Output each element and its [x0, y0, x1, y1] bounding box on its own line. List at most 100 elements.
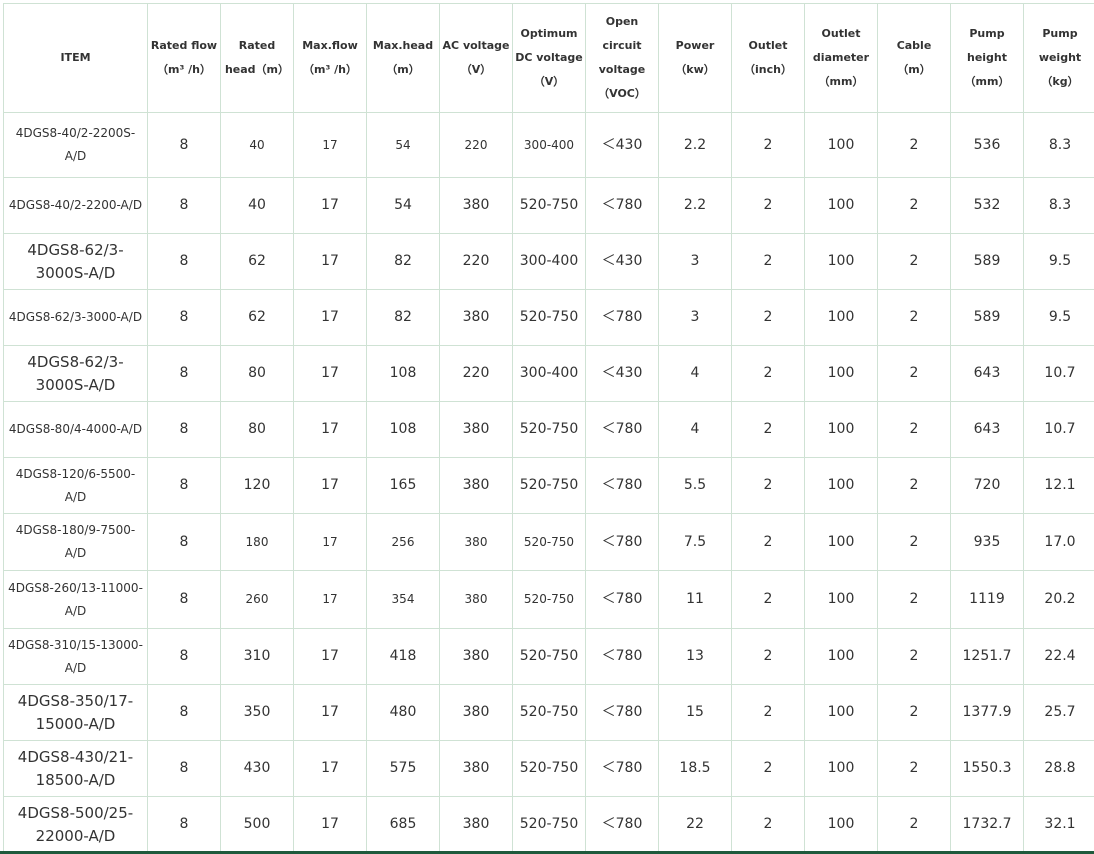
value-cell: 500: [220, 796, 294, 853]
value-cell: ＜780: [585, 684, 659, 741]
value-cell: 62: [220, 289, 294, 346]
column-header: Max.head （m）: [366, 3, 440, 113]
table-header-row: ITEM Rated flow （m³ /h） Rated head（m） Max.f…: [3, 3, 1094, 113]
value-cell: 2: [877, 345, 951, 402]
item-cell: 4DGS8-180/9-7500-A/D: [3, 513, 148, 571]
value-cell: 2: [731, 740, 805, 797]
value-cell: 17: [293, 289, 367, 346]
value-cell: 3: [658, 233, 732, 290]
value-cell: 17: [293, 684, 367, 741]
value-cell: 575: [366, 740, 440, 797]
value-cell: 25.7: [1023, 684, 1094, 741]
value-cell: 100: [804, 177, 878, 234]
value-cell: 80: [220, 345, 294, 402]
value-cell: 17: [293, 401, 367, 458]
value-cell: 100: [804, 570, 878, 629]
value-cell: 17: [293, 796, 367, 853]
value-cell: 256: [366, 513, 440, 571]
value-cell: 1119: [950, 570, 1024, 629]
value-cell: 40: [220, 177, 294, 234]
value-cell: 17: [293, 345, 367, 402]
value-cell: 100: [804, 684, 878, 741]
value-cell: 7.5: [658, 513, 732, 571]
value-cell: 180: [220, 513, 294, 571]
value-cell: 100: [804, 345, 878, 402]
table-row: 4DGS8-40/2-2200S-A/D 8 40 17 54 220 300-400 ＜43…: [3, 112, 1094, 178]
value-cell: 380: [439, 513, 513, 571]
value-cell: 2: [877, 796, 951, 853]
value-cell: 2: [877, 112, 951, 178]
value-cell: 2: [877, 457, 951, 514]
value-cell: ＜430: [585, 345, 659, 402]
column-header: Optimum DC voltage （V）: [512, 3, 586, 113]
value-cell: 300-400: [512, 233, 586, 290]
value-cell: 17: [293, 457, 367, 514]
value-cell: 10.7: [1023, 345, 1094, 402]
value-cell: 8.3: [1023, 177, 1094, 234]
value-cell: 82: [366, 289, 440, 346]
value-cell: 260: [220, 570, 294, 629]
table-row: 4DGS8-430/21-18500-A/D 8 430 17 575 380 520-75…: [3, 740, 1094, 797]
value-cell: 9.5: [1023, 233, 1094, 290]
value-cell: 1251.7: [950, 628, 1024, 685]
item-cell: 4DGS8-500/25-22000-A/D: [3, 796, 148, 853]
value-cell: 2: [731, 289, 805, 346]
column-header: AC voltage （V）: [439, 3, 513, 113]
value-cell: 11: [658, 570, 732, 629]
value-cell: 4: [658, 401, 732, 458]
column-header: Outlet diameter （mm）: [804, 3, 878, 113]
table-row: 4DGS8-62/3-3000-A/D 8 62 17 82 380 520-750 ＜780…: [3, 289, 1094, 346]
value-cell: 2: [877, 684, 951, 741]
value-cell: 2: [731, 345, 805, 402]
item-cell: 4DGS8-350/17-15000-A/D: [3, 684, 148, 741]
table-row: 4DGS8-500/25-22000-A/D 8 500 17 685 380 520-75…: [3, 796, 1094, 853]
value-cell: 62: [220, 233, 294, 290]
value-cell: 17: [293, 233, 367, 290]
column-header: Rated flow （m³ /h）: [147, 3, 221, 113]
value-cell: 720: [950, 457, 1024, 514]
value-cell: 32.1: [1023, 796, 1094, 853]
table-row: 4DGS8-40/2-2200-A/D 8 40 17 54 380 520-750 ＜780…: [3, 177, 1094, 234]
value-cell: 532: [950, 177, 1024, 234]
value-cell: 300-400: [512, 112, 586, 178]
value-cell: 100: [804, 233, 878, 290]
column-header: Cable （m）: [877, 3, 951, 113]
table-row: 4DGS8-350/17-15000-A/D 8 350 17 480 380 520-75…: [3, 684, 1094, 741]
value-cell: 2: [731, 401, 805, 458]
value-cell: 8: [147, 796, 221, 853]
value-cell: 100: [804, 628, 878, 685]
value-cell: 380: [439, 740, 513, 797]
value-cell: ＜780: [585, 177, 659, 234]
item-cell: 4DGS8-62/3-3000-A/D: [3, 289, 148, 346]
value-cell: 2: [877, 233, 951, 290]
value-cell: 2: [731, 112, 805, 178]
value-cell: 108: [366, 401, 440, 458]
value-cell: 380: [439, 628, 513, 685]
value-cell: 40: [220, 112, 294, 178]
value-cell: 2: [877, 740, 951, 797]
value-cell: 220: [439, 112, 513, 178]
table-row: 4DGS8-260/13-11000-A/D 8 260 17 354 380 520-75…: [3, 570, 1094, 629]
value-cell: 54: [366, 112, 440, 178]
value-cell: 8.3: [1023, 112, 1094, 178]
item-cell: 4DGS8-80/4-4000-A/D: [3, 401, 148, 458]
item-cell: 4DGS8-260/13-11000-A/D: [3, 570, 148, 629]
value-cell: 1377.9: [950, 684, 1024, 741]
value-cell: 520-750: [512, 684, 586, 741]
value-cell: 2: [731, 796, 805, 853]
value-cell: 310: [220, 628, 294, 685]
value-cell: 2: [877, 570, 951, 629]
value-cell: 2: [877, 628, 951, 685]
value-cell: ＜430: [585, 233, 659, 290]
value-cell: ＜780: [585, 570, 659, 629]
value-cell: 12.1: [1023, 457, 1094, 514]
value-cell: 2: [731, 457, 805, 514]
value-cell: 165: [366, 457, 440, 514]
value-cell: 354: [366, 570, 440, 629]
value-cell: 8: [147, 740, 221, 797]
column-header: Outlet （inch）: [731, 3, 805, 113]
value-cell: 520-750: [512, 401, 586, 458]
item-cell: 4DGS8-40/2-2200S-A/D: [3, 112, 148, 178]
value-cell: 2: [877, 289, 951, 346]
value-cell: 20.2: [1023, 570, 1094, 629]
